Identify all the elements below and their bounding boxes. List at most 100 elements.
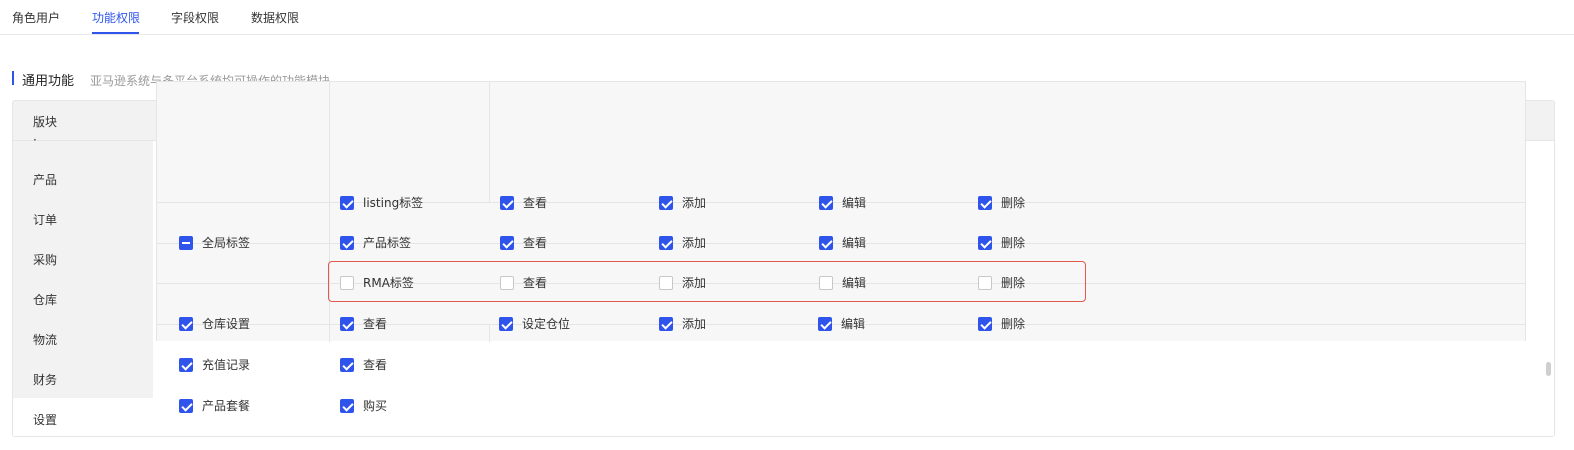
checkbox[interactable] <box>978 275 992 290</box>
checkbox[interactable] <box>659 275 673 290</box>
rma-tags-label: RMA标签 <box>363 276 414 290</box>
nav-item-settings[interactable]: 设置 <box>33 411 57 428</box>
warehouse-settings-checkbox[interactable] <box>179 316 193 331</box>
perm-label: 编辑 <box>842 196 867 210</box>
perm-label: 删除 <box>1001 276 1026 290</box>
perm-label: 设定仓位 <box>522 317 571 331</box>
rma-tags-item[interactable]: RMA标签 <box>340 274 414 291</box>
rma-tags-view[interactable]: 查看 <box>500 274 547 291</box>
nav-item-products[interactable]: 产品 <box>33 171 57 188</box>
perm-label: 删除 <box>1001 317 1026 331</box>
checkbox[interactable] <box>819 235 833 250</box>
listing-tags-checkbox[interactable] <box>340 195 354 210</box>
tab-field-permissions[interactable]: 字段权限 <box>171 9 219 26</box>
product-package-label: 产品套餐 <box>202 399 251 413</box>
product-package-checkbox[interactable] <box>179 398 193 413</box>
checkbox[interactable] <box>978 195 992 210</box>
checkbox[interactable] <box>500 235 514 250</box>
rma-tags-edit[interactable]: 编辑 <box>819 274 866 291</box>
block-column-header: 版块 <box>33 115 58 129</box>
active-tab-indicator <box>92 32 139 34</box>
recharge-records-group[interactable]: 充值记录 <box>179 356 250 373</box>
rma-tags-add[interactable]: 添加 <box>659 274 706 291</box>
product-tags-item[interactable]: 产品标签 <box>340 234 411 251</box>
permission-grid <box>156 81 1526 342</box>
warehouse-add[interactable]: 添加 <box>659 315 706 332</box>
perm-label: 添加 <box>682 317 707 331</box>
perm-label: 查看 <box>363 317 388 331</box>
checkbox[interactable] <box>659 195 673 210</box>
global-tags-label: 全局标签 <box>202 236 251 250</box>
grid-divider-v2 <box>489 82 490 202</box>
perm-label: 查看 <box>363 358 388 372</box>
recharge-records-label: 充值记录 <box>202 358 251 372</box>
product-tags-checkbox[interactable] <box>340 235 354 250</box>
nav-item-orders[interactable]: 订单 <box>33 211 57 228</box>
product-tags-add[interactable]: 添加 <box>659 234 706 251</box>
perm-label: 删除 <box>1001 196 1026 210</box>
perm-label: 编辑 <box>842 276 867 290</box>
nav-item-logistics[interactable]: 物流 <box>33 331 57 348</box>
product-tags-label: 产品标签 <box>363 236 412 250</box>
nav-item-purchasing[interactable]: 采购 <box>33 251 57 268</box>
permission-tabs: 角色用户 功能权限 字段权限 数据权限 <box>0 0 1574 35</box>
warehouse-settings-label: 仓库设置 <box>202 317 251 331</box>
product-package-group[interactable]: 产品套餐 <box>179 397 250 414</box>
checkbox[interactable] <box>818 316 832 331</box>
perm-label: 购买 <box>363 399 388 413</box>
checkbox[interactable] <box>340 398 354 413</box>
checkbox[interactable] <box>500 275 514 290</box>
nav-item-warehouse[interactable]: 仓库 <box>33 291 57 308</box>
listing-tags-view[interactable]: 查看 <box>500 194 547 211</box>
tab-function-permissions[interactable]: 功能权限 <box>92 9 140 26</box>
checkbox[interactable] <box>978 235 992 250</box>
warehouse-settings-group[interactable]: 仓库设置 <box>179 315 250 332</box>
listing-tags-add[interactable]: 添加 <box>659 194 706 211</box>
package-buy[interactable]: 购买 <box>340 397 387 414</box>
module-nav[interactable]: · 产品 订单 采购 仓库 物流 财务 设置 <box>13 133 153 436</box>
checkbox[interactable] <box>659 235 673 250</box>
listing-tags-edit[interactable]: 编辑 <box>819 194 866 211</box>
section-title: 通用功能 <box>22 74 75 89</box>
warehouse-delete[interactable]: 删除 <box>978 315 1025 332</box>
grid-divider-v1 <box>329 82 330 342</box>
perm-label: 添加 <box>682 236 707 250</box>
global-tags-group[interactable]: 全局标签 <box>179 234 250 251</box>
global-tags-checkbox[interactable] <box>179 235 193 250</box>
nav-item-finance[interactable]: 财务 <box>33 371 57 388</box>
warehouse-set-location[interactable]: 设定仓位 <box>499 315 570 332</box>
grid-divider-v3 <box>489 324 490 342</box>
perm-label: 删除 <box>1001 236 1026 250</box>
warehouse-edit[interactable]: 编辑 <box>818 315 865 332</box>
checkbox[interactable] <box>978 316 992 331</box>
warehouse-view[interactable]: 查看 <box>340 315 387 332</box>
perm-label: 查看 <box>523 236 548 250</box>
checkbox[interactable] <box>819 195 833 210</box>
product-tags-edit[interactable]: 编辑 <box>819 234 866 251</box>
checkbox[interactable] <box>659 316 673 331</box>
perm-label: 添加 <box>682 196 707 210</box>
recharge-records-checkbox[interactable] <box>179 357 193 372</box>
perm-label: 编辑 <box>842 236 867 250</box>
checkbox[interactable] <box>499 316 513 331</box>
listing-tags-delete[interactable]: 删除 <box>978 194 1025 211</box>
listing-tags-item[interactable]: listing标签 <box>340 194 423 211</box>
checkbox[interactable] <box>819 275 833 290</box>
product-tags-view[interactable]: 查看 <box>500 234 547 251</box>
perm-label: 添加 <box>682 276 707 290</box>
tab-data-permissions[interactable]: 数据权限 <box>251 9 299 26</box>
checkbox[interactable] <box>500 195 514 210</box>
tab-role-users[interactable]: 角色用户 <box>12 9 60 26</box>
recharge-view[interactable]: 查看 <box>340 356 387 373</box>
checkbox[interactable] <box>340 357 354 372</box>
section-accent-bar <box>12 71 14 85</box>
nav-item-partial: · <box>33 133 37 147</box>
product-tags-delete[interactable]: 删除 <box>978 234 1025 251</box>
perm-label: 查看 <box>523 196 548 210</box>
rma-tags-delete[interactable]: 删除 <box>978 274 1025 291</box>
listing-tags-label: listing标签 <box>363 196 424 210</box>
rma-tags-checkbox[interactable] <box>340 275 354 290</box>
perm-label: 查看 <box>523 276 548 290</box>
checkbox[interactable] <box>340 316 354 331</box>
vertical-scrollbar[interactable] <box>1546 362 1551 376</box>
